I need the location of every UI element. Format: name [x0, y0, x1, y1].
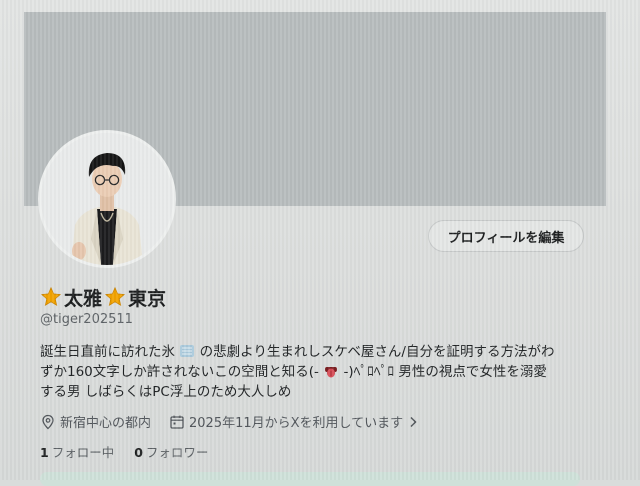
ice-emoji-icon	[180, 345, 195, 357]
bio-text: する男 しばらくはPC浮上のため大人しめ	[40, 384, 292, 400]
join-date[interactable]: 2025年11月からXを利用しています	[169, 412, 419, 431]
location-pin-icon	[42, 414, 54, 429]
star-icon	[40, 286, 62, 307]
bio-text: -)ﾍﾟﾛﾍﾟﾛ 男性の視点で女性を溺愛	[343, 364, 547, 380]
location-text: 新宿中心の都内	[60, 416, 152, 431]
bio-text: 誕生日直前に訪れた氷	[40, 344, 175, 360]
bio: 誕生日直前に訪れた氷 の悲劇より生まれしスケベ屋さん/自分を証明する方法がわ ず…	[40, 342, 600, 402]
screen: プロフィールを編集 太雅 東京 @tiger202511 誕生日直前に訪れた氷 …	[0, 0, 640, 486]
user-handle: @tiger202511	[40, 312, 133, 327]
bio-line-1: 誕生日直前に訪れた氷 の悲劇より生まれしスケベ屋さん/自分を証明する方法がわ	[40, 342, 600, 362]
location: 新宿中心の都内	[40, 412, 151, 431]
tongue-emoji-icon	[325, 367, 338, 378]
following-count: 1	[40, 445, 49, 460]
bio-line-2: ずか160文字しか許されないこの空間と知る(- -)ﾍﾟﾛﾍﾟﾛ 男性の視点で女…	[40, 362, 600, 382]
followers-label: フォロワー	[145, 445, 209, 460]
edit-profile-button[interactable]: プロフィールを編集	[428, 220, 584, 252]
followers-count: 0	[134, 445, 143, 460]
join-date-text: 2025年11月からXを利用しています	[189, 416, 404, 431]
star-icon	[104, 286, 126, 307]
calendar-icon	[170, 415, 184, 429]
following-link[interactable]: 1 フォロー中	[40, 442, 114, 461]
follow-stats: 1 フォロー中 0 フォロワー	[40, 442, 208, 461]
bio-text: の悲劇より生まれしスケベ屋さん/自分を証明する方法がわ	[199, 344, 555, 360]
display-name-part1: 太雅	[64, 287, 103, 310]
following-label: フォロー中	[51, 445, 115, 460]
chevron-right-icon	[410, 416, 417, 427]
bottom-banner[interactable]	[40, 472, 580, 486]
followers-link[interactable]: 0 フォロワー	[134, 442, 208, 461]
avatar[interactable]	[38, 130, 176, 268]
display-name: 太雅 東京	[40, 284, 166, 310]
display-name-part2: 東京	[128, 287, 167, 310]
bio-line-3: する男 しばらくはPC浮上のため大人しめ	[40, 382, 600, 402]
avatar-photo	[41, 133, 173, 265]
profile-meta: 新宿中心の都内 2025年11月からXを利用しています	[40, 412, 437, 431]
bio-text: ずか160文字しか許されないこの空間と知る(-	[40, 364, 319, 380]
